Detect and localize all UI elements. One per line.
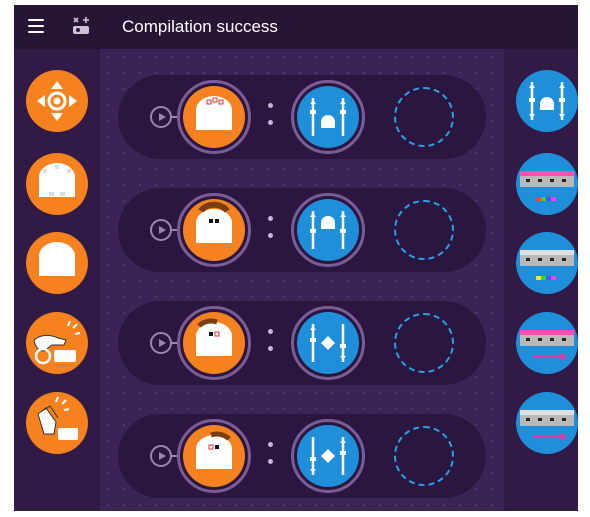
bottom-color-action-button[interactable]: [516, 232, 578, 294]
action-block-motors[interactable]: [297, 199, 359, 261]
tap-robot-icon: [33, 320, 81, 365]
bottom-color-icon: [520, 250, 574, 280]
colon-separator: [268, 216, 274, 246]
sound-action-button[interactable]: [516, 312, 578, 374]
hamburger-menu-icon[interactable]: [28, 19, 44, 33]
top-bar: Compilation success: [14, 5, 578, 49]
play-row-icon[interactable]: [150, 332, 172, 354]
event-block-proximity[interactable]: [183, 199, 245, 261]
buttons-event-button[interactable]: [26, 70, 88, 132]
program-row-4: [118, 414, 486, 498]
arrow-buttons-icon: [37, 81, 77, 121]
colon-separator: [268, 103, 274, 133]
robot-ground-sensors-icon: [196, 431, 232, 469]
robot-proximity-icon: [39, 242, 75, 276]
top-color-action-button[interactable]: [516, 153, 578, 215]
tap-event-button[interactable]: [26, 312, 88, 374]
empty-action-slot[interactable]: [394, 313, 454, 373]
colon-separator: [268, 329, 274, 359]
motors-icon: [310, 211, 346, 249]
robot-ground-sensors-icon: [39, 163, 75, 197]
play-row-icon[interactable]: [150, 445, 172, 467]
empty-action-slot[interactable]: [394, 426, 454, 486]
motors-icon: [310, 98, 346, 136]
action-block-motors[interactable]: [297, 312, 359, 374]
motors-icon: [529, 82, 565, 120]
timer-action-button[interactable]: [516, 392, 578, 454]
page-title: Compilation success: [122, 17, 278, 36]
timer-icon: [520, 410, 574, 440]
event-block-proximity[interactable]: [183, 86, 245, 148]
action-palette: [504, 49, 578, 511]
play-row-icon[interactable]: [150, 106, 172, 128]
robot-status-icon[interactable]: [70, 15, 92, 37]
program-row-3: [118, 301, 486, 385]
empty-action-slot[interactable]: [394, 200, 454, 260]
robot-proximity-icon: [196, 96, 232, 130]
motors-icon: [310, 324, 346, 362]
action-block-motors[interactable]: [297, 425, 359, 487]
colon-separator: [268, 442, 274, 472]
robot-proximity-icon: [196, 201, 232, 243]
app-window: Compilation success: [14, 5, 578, 511]
play-row-icon[interactable]: [150, 219, 172, 241]
clap-robot-icon: [37, 396, 78, 440]
motors-action-button[interactable]: [516, 70, 578, 132]
event-block-ground[interactable]: [183, 312, 245, 374]
robot-ground-sensors-icon: [196, 318, 232, 356]
event-block-ground[interactable]: [183, 425, 245, 487]
top-color-icon: [520, 171, 574, 201]
program-row-1: [118, 75, 486, 159]
event-palette: [14, 49, 100, 511]
proximity-event-button[interactable]: [26, 232, 88, 294]
empty-action-slot[interactable]: [394, 87, 454, 147]
program-row-2: [118, 188, 486, 272]
clap-event-button[interactable]: [26, 392, 88, 454]
motors-icon: [310, 437, 346, 475]
action-block-motors[interactable]: [297, 86, 359, 148]
sound-icon: [520, 330, 574, 360]
ground-sensors-event-button[interactable]: [26, 153, 88, 215]
